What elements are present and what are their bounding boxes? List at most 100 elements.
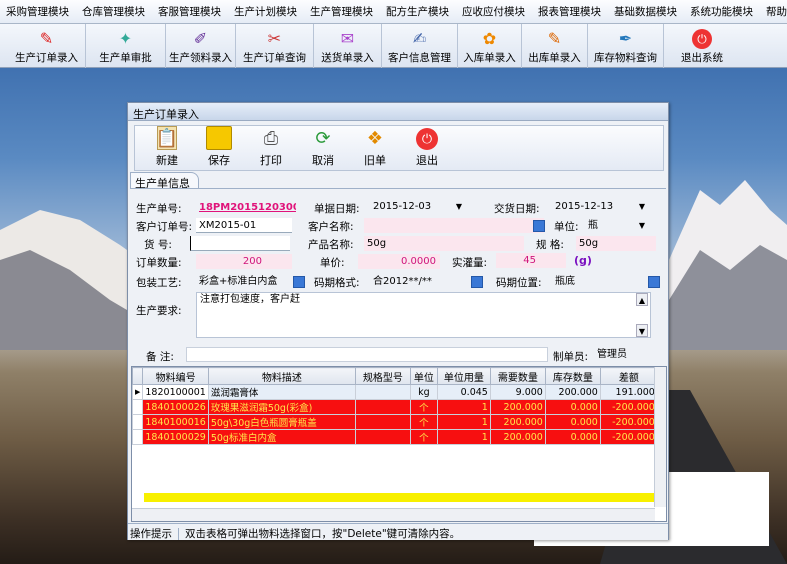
menu-help[interactable]: 帮助	[766, 4, 787, 19]
cell-spec[interactable]	[354, 384, 411, 400]
cell-need[interactable]: 200.000	[489, 429, 546, 445]
menu-finance[interactable]: 应收应付模块	[462, 4, 525, 19]
item-no-field[interactable]	[190, 236, 290, 251]
col-header[interactable]: 库存数量	[544, 367, 601, 385]
col-header[interactable]: 需要数量	[489, 367, 546, 385]
cell-diff[interactable]: -200.000	[599, 414, 658, 430]
stock-out-button[interactable]: ✎ 出库单录入	[522, 24, 588, 68]
doc-date-field[interactable]: 2015-12-03	[370, 199, 465, 214]
batch-format-field[interactable]: 合2012**/**	[370, 274, 470, 289]
batch-position-field[interactable]: 瓶底	[552, 274, 652, 289]
delivery-entry-button[interactable]: ✉ 送货单录入	[314, 24, 382, 68]
lookup-button[interactable]	[471, 276, 483, 288]
menu-purchase[interactable]: 采购管理模块	[6, 4, 69, 19]
cell-unit[interactable]: 个	[409, 429, 438, 445]
cell-desc[interactable]: 滋润霜膏体	[207, 384, 356, 400]
cell-stock[interactable]: 0.000	[544, 399, 601, 415]
cell-unit[interactable]: 个	[409, 414, 438, 430]
prod-order-entry-button[interactable]: ✎ 生产订单录入	[8, 24, 86, 68]
requirement-field[interactable]: 注意打包速度，客户赶	[196, 292, 651, 338]
table-row[interactable]: 1840100029 50g标准白内盒 个 1 200.000 0.000 -2…	[132, 429, 658, 445]
col-header[interactable]: 规格型号	[354, 367, 411, 385]
cell-unit[interactable]: 个	[409, 399, 438, 415]
pack-field[interactable]: 彩盒+标准白内盒	[196, 274, 292, 289]
col-header[interactable]: 物料编号	[142, 367, 209, 385]
lookup-button[interactable]	[648, 276, 660, 288]
cell-stock[interactable]: 0.000	[544, 429, 601, 445]
material-pick-button[interactable]: ✐ 生产领料录入	[166, 24, 236, 68]
menu-formula[interactable]: 配方生产模块	[386, 4, 449, 19]
col-header[interactable]: 单位用量	[436, 367, 491, 385]
delivery-date-field[interactable]: 2015-12-13	[552, 199, 647, 214]
cell-code[interactable]: 1840100016	[142, 414, 209, 430]
scroll-up-icon[interactable]: ▲	[636, 293, 648, 306]
order-no-field[interactable]: 18PM20151203001	[196, 200, 296, 215]
cust-order-field[interactable]: XM2015-01	[196, 218, 292, 233]
fill-field[interactable]: 45	[496, 253, 566, 268]
inventory-query-button[interactable]: ✒ 库存物料查询	[588, 24, 664, 68]
remark-field[interactable]	[186, 347, 548, 362]
cell-spec[interactable]	[354, 429, 411, 445]
old-order-button[interactable]: ❖ 旧单	[349, 126, 401, 170]
scroll-down-icon[interactable]: ▼	[636, 324, 648, 337]
cell-usage[interactable]: 1	[436, 414, 491, 430]
lookup-button[interactable]	[293, 276, 305, 288]
cell-diff[interactable]: -200.000	[599, 429, 658, 445]
price-field[interactable]: 0.0000	[358, 254, 440, 269]
menu-service[interactable]: 客服管理模块	[158, 4, 221, 19]
cancel-button[interactable]: ⟳ 取消	[297, 126, 349, 170]
stock-in-button[interactable]: ✿ 入库单录入	[458, 24, 522, 68]
prod-approve-button[interactable]: ✦ 生产单审批	[86, 24, 166, 68]
order-query-button[interactable]: ✂ 生产订单查询	[236, 24, 314, 68]
product-field[interactable]: 50g	[364, 236, 524, 251]
maker-field[interactable]: 管理员	[594, 347, 652, 362]
print-button[interactable]: ⎙ 打印	[245, 126, 297, 170]
cell-desc[interactable]: 50g\30g白色瓶圆膏瓶盖	[207, 414, 356, 430]
cell-unit[interactable]: kg	[409, 384, 438, 400]
cell-code[interactable]: 1820100001	[142, 384, 209, 400]
save-button[interactable]: 保存	[193, 126, 245, 170]
material-grid[interactable]: 物料编号 物料描述 规格型号 单位 单位用量 需要数量 库存数量 差额 ▶ 18…	[131, 366, 667, 522]
chevron-down-icon[interactable]: ▼	[453, 200, 465, 213]
table-row[interactable]: 1840100016 50g\30g白色瓶圆膏瓶盖 个 1 200.000 0.…	[132, 414, 658, 430]
tab-order-info[interactable]: 生产单信息	[130, 172, 199, 190]
menu-warehouse[interactable]: 仓库管理模块	[82, 4, 145, 19]
cell-code[interactable]: 1840100029	[142, 429, 209, 445]
chevron-down-icon[interactable]: ▼	[636, 200, 648, 213]
col-header[interactable]: 差额	[599, 367, 658, 385]
cell-usage[interactable]: 1	[436, 429, 491, 445]
vertical-scrollbar[interactable]	[654, 367, 666, 507]
menu-plan[interactable]: 生产计划模块	[234, 4, 297, 19]
menu-report[interactable]: 报表管理模块	[538, 4, 601, 19]
cell-stock[interactable]: 200.000	[544, 384, 601, 400]
cell-code[interactable]: 1840100026	[142, 399, 209, 415]
table-row[interactable]: ▶ 1820100001 滋润霜膏体 kg 0.045 9.000 200.00…	[132, 384, 658, 400]
cell-diff[interactable]: 191.000	[599, 384, 658, 400]
menu-production[interactable]: 生产管理模块	[310, 4, 373, 19]
col-header[interactable]: 物料描述	[207, 367, 356, 385]
cell-usage[interactable]: 0.045	[436, 384, 491, 400]
col-header[interactable]: 单位	[409, 367, 438, 385]
cell-spec[interactable]	[354, 399, 411, 415]
cell-diff[interactable]: -200.000	[599, 399, 658, 415]
horizontal-scrollbar[interactable]	[132, 508, 655, 521]
exit-system-button[interactable]: ⏻ 退出系统	[664, 24, 740, 68]
cell-usage[interactable]: 1	[436, 399, 491, 415]
spec-field[interactable]: 50g	[576, 236, 656, 251]
cell-desc[interactable]: 玫瑰果滋润霜50g(彩盒)	[207, 399, 356, 415]
exit-button[interactable]: ⏻ 退出	[401, 126, 453, 170]
menu-system[interactable]: 系统功能模块	[690, 4, 753, 19]
customer-info-button[interactable]: ✍ 客户信息管理	[382, 24, 458, 68]
cell-need[interactable]: 200.000	[489, 414, 546, 430]
cell-need[interactable]: 9.000	[489, 384, 546, 400]
cell-need[interactable]: 200.000	[489, 399, 546, 415]
chevron-down-icon[interactable]: ▼	[636, 219, 648, 232]
cell-spec[interactable]	[354, 414, 411, 430]
lookup-button[interactable]	[533, 220, 545, 232]
cell-stock[interactable]: 0.000	[544, 414, 601, 430]
cust-name-field[interactable]	[364, 218, 544, 233]
table-row[interactable]: 1840100026 玫瑰果滋润霜50g(彩盒) 个 1 200.000 0.0…	[132, 399, 658, 415]
cell-desc[interactable]: 50g标准白内盒	[207, 429, 356, 445]
new-button[interactable]: 📋 新建	[141, 126, 193, 170]
menu-base-data[interactable]: 基础数据模块	[614, 4, 677, 19]
